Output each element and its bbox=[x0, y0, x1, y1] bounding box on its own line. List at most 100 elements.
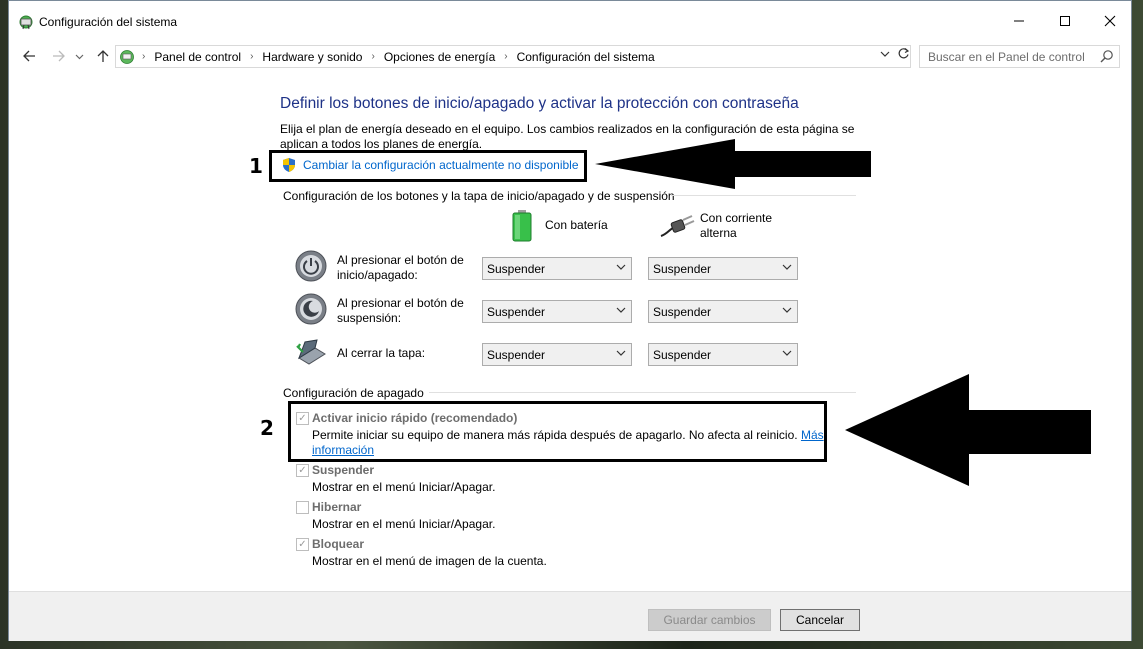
fast-startup-title: Activar inicio rápido (recomendado) bbox=[312, 411, 518, 425]
window-title: Configuración del sistema bbox=[39, 15, 178, 29]
section-divider bbox=[429, 392, 856, 393]
arrow-left-icon bbox=[23, 50, 35, 62]
shutdown-section-title: Configuración de apagado bbox=[283, 386, 424, 400]
battery-icon bbox=[512, 210, 532, 242]
save-changes-button[interactable]: Guardar cambios bbox=[648, 609, 771, 631]
sleep-button-icon bbox=[295, 293, 327, 325]
chevron-down-icon bbox=[75, 54, 83, 59]
power-button-label-line1: Al presionar el botón de bbox=[337, 253, 464, 267]
chevron-down-icon bbox=[880, 51, 890, 57]
address-dropdown-button[interactable] bbox=[880, 49, 890, 62]
breadcrumb-item-control-panel[interactable]: Panel de control bbox=[154, 50, 241, 64]
ac-column-header-line1: Con corriente bbox=[700, 211, 773, 225]
annotation-marker-2: 2 bbox=[260, 416, 274, 440]
recent-locations-button[interactable] bbox=[73, 46, 85, 66]
sleep-button-battery-select[interactable]: Suspender bbox=[482, 300, 632, 323]
fast-startup-desc-text: Permite iniciar su equipo de manera más … bbox=[312, 428, 798, 442]
control-panel-icon bbox=[120, 50, 134, 64]
laptop-lid-icon bbox=[296, 339, 326, 365]
sleep-button-battery-value: Suspender bbox=[487, 304, 546, 319]
address-bar[interactable]: › Panel de control › Hardware y sonido ›… bbox=[115, 45, 911, 68]
maximize-icon bbox=[1060, 16, 1070, 26]
ac-column-header: Con corriente alterna bbox=[700, 211, 772, 241]
chevron-down-icon bbox=[616, 348, 626, 361]
search-icon[interactable] bbox=[1100, 49, 1114, 63]
arrow-right-icon bbox=[53, 50, 65, 62]
annotation-box-1 bbox=[269, 150, 587, 182]
chevron-down-icon bbox=[782, 262, 792, 275]
cancel-button[interactable]: Cancelar bbox=[780, 609, 860, 631]
close-button[interactable] bbox=[1087, 1, 1133, 41]
sleep-option-description: Mostrar en el menú Iniciar/Apagar. bbox=[312, 480, 496, 494]
chevron-down-icon bbox=[782, 348, 792, 361]
annotation-marker-1: 1 bbox=[249, 154, 263, 178]
sleep-button-ac-select[interactable]: Suspender bbox=[648, 300, 798, 323]
hibernate-checkbox[interactable] bbox=[296, 501, 309, 514]
sleep-button-label-line2: suspensión: bbox=[337, 311, 402, 325]
buttons-section-title: Configuración de los botones y la tapa d… bbox=[283, 189, 675, 203]
minimize-button[interactable] bbox=[996, 1, 1042, 41]
ac-plug-icon bbox=[660, 215, 695, 237]
breadcrumb-separator-icon[interactable]: › bbox=[250, 51, 253, 62]
section-divider bbox=[671, 195, 856, 196]
main-content: Definir los botones de inicio/apagado y … bbox=[9, 71, 1131, 591]
battery-column-header: Con batería bbox=[545, 218, 608, 232]
lid-close-ac-value: Suspender bbox=[653, 347, 712, 362]
lock-option-title: Bloquear bbox=[312, 537, 365, 551]
lock-option-description: Mostrar en el menú de imagen de la cuent… bbox=[312, 554, 547, 568]
back-button[interactable] bbox=[19, 46, 39, 66]
page-title: Definir los botones de inicio/apagado y … bbox=[280, 95, 799, 112]
refresh-button[interactable] bbox=[897, 47, 910, 63]
footer-bar: Guardar cambios Cancelar bbox=[9, 591, 1131, 641]
power-button-battery-select[interactable]: Suspender bbox=[482, 257, 632, 280]
power-button-ac-select[interactable]: Suspender bbox=[648, 257, 798, 280]
lid-close-label: Al cerrar la tapa: bbox=[337, 346, 426, 360]
ac-column-header-line2: alterna bbox=[700, 226, 737, 240]
power-button-icon bbox=[295, 250, 327, 282]
sleep-checkbox[interactable]: ✓ bbox=[296, 464, 309, 477]
close-icon bbox=[1104, 15, 1116, 27]
breadcrumb-separator-icon: › bbox=[142, 51, 146, 62]
power-button-battery-value: Suspender bbox=[487, 261, 546, 276]
breadcrumb-item-system-settings[interactable]: Configuración del sistema bbox=[517, 50, 655, 64]
power-options-icon bbox=[19, 15, 33, 30]
more-info-link[interactable]: Más bbox=[801, 428, 824, 442]
search-input[interactable] bbox=[920, 46, 1090, 67]
title-bar: Configuración del sistema bbox=[9, 1, 1131, 41]
sleep-button-label-line1: Al presionar el botón de bbox=[337, 296, 464, 310]
navigation-bar: › Panel de control › Hardware y sonido ›… bbox=[9, 41, 1131, 71]
power-button-label: Al presionar el botón de inicio/apagado: bbox=[337, 253, 464, 283]
hibernate-option-title: Hibernar bbox=[312, 500, 362, 514]
annotation-arrow-2 bbox=[845, 374, 1091, 486]
search-box bbox=[919, 45, 1120, 68]
lid-close-battery-value: Suspender bbox=[487, 347, 546, 362]
breadcrumb-item-power-options[interactable]: Opciones de energía bbox=[384, 50, 495, 64]
arrow-up-icon bbox=[97, 50, 109, 62]
breadcrumb-item-hardware-sound[interactable]: Hardware y sonido bbox=[262, 50, 362, 64]
lid-close-ac-select[interactable]: Suspender bbox=[648, 343, 798, 366]
chevron-down-icon bbox=[782, 305, 792, 318]
sleep-button-label: Al presionar el botón de suspensión: bbox=[337, 296, 464, 326]
fast-startup-description: Permite iniciar su equipo de manera más … bbox=[312, 428, 824, 458]
chevron-down-icon bbox=[616, 305, 626, 318]
more-info-link-line2[interactable]: información bbox=[312, 443, 374, 457]
lid-close-battery-select[interactable]: Suspender bbox=[482, 343, 632, 366]
chevron-down-icon bbox=[616, 262, 626, 275]
power-button-ac-value: Suspender bbox=[653, 261, 712, 276]
forward-button[interactable] bbox=[49, 46, 69, 66]
refresh-icon bbox=[898, 48, 910, 59]
sleep-button-ac-value: Suspender bbox=[653, 304, 712, 319]
minimize-icon bbox=[1014, 20, 1024, 22]
system-settings-window: Configuración del sistema › Panel de con… bbox=[8, 0, 1132, 641]
lock-checkbox[interactable]: ✓ bbox=[296, 538, 309, 551]
power-button-label-line2: inicio/apagado: bbox=[337, 268, 418, 282]
sleep-option-title: Suspender bbox=[312, 463, 375, 477]
up-button[interactable] bbox=[93, 46, 113, 66]
maximize-button[interactable] bbox=[1042, 1, 1088, 41]
breadcrumb-separator-icon[interactable]: › bbox=[371, 51, 374, 62]
fast-startup-checkbox[interactable]: ✓ bbox=[296, 412, 309, 425]
annotation-arrow-1 bbox=[595, 139, 871, 189]
breadcrumb: › Panel de control › Hardware y sonido ›… bbox=[142, 46, 655, 67]
breadcrumb-separator-icon[interactable]: › bbox=[504, 51, 507, 62]
hibernate-option-description: Mostrar en el menú Iniciar/Apagar. bbox=[312, 517, 496, 531]
